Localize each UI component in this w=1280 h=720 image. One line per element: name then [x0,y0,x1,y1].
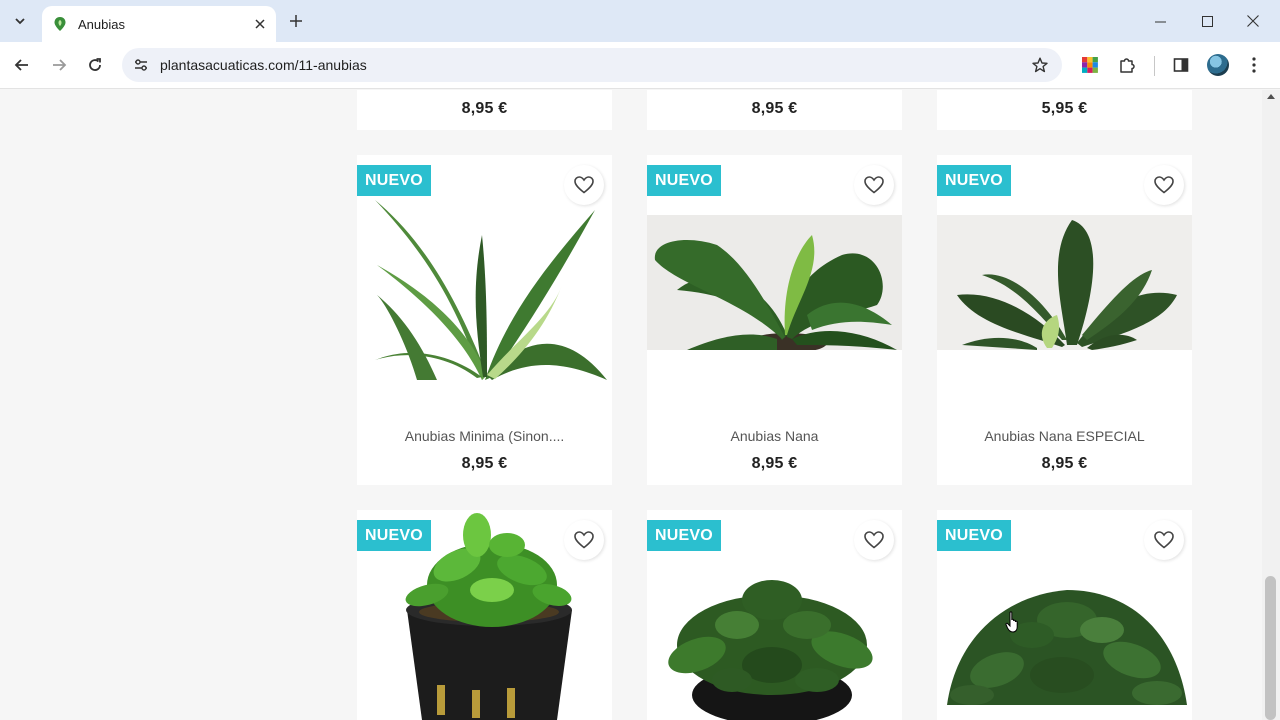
product-card[interactable]: 8,95 € [647,90,902,130]
wishlist-button[interactable] [564,165,604,205]
wishlist-button[interactable] [564,520,604,560]
side-panel-button[interactable] [1168,52,1194,78]
arrow-left-icon [14,59,28,71]
tab-close-button[interactable] [248,12,272,36]
product-image[interactable] [647,570,902,720]
close-window-button[interactable] [1230,6,1276,36]
product-name[interactable]: Anubias Nana ESPECIAL [937,428,1192,444]
wishlist-button[interactable] [1144,520,1184,560]
toolbar-divider [1154,56,1155,76]
minimize-button[interactable] [1137,6,1183,36]
anubias-plant-image [357,195,612,385]
star-icon [1032,57,1048,73]
side-panel-icon [1173,58,1189,72]
wishlist-button[interactable] [854,520,894,560]
product-name[interactable]: Anubias Minima (Sinon.... [357,428,612,444]
heart-icon [864,531,884,549]
heart-icon [574,531,594,549]
reload-button[interactable] [82,52,108,78]
heart-icon [574,176,594,194]
product-card[interactable]: NUEVO [647,510,902,720]
product-image[interactable] [937,215,1192,350]
tab-search-button[interactable] [8,9,32,33]
minimize-icon [1154,21,1166,22]
new-badge: NUEVO [937,165,1011,196]
url-text[interactable]: plantasacuaticas.com/11-anubias [160,57,367,73]
page-scrollbar[interactable] [1262,90,1280,720]
new-badge: NUEVO [937,520,1011,551]
wishlist-button[interactable] [1144,165,1184,205]
product-price: 8,95 € [461,100,508,117]
product-card[interactable]: NUEVO Anubias Nana 8,95 € [647,155,902,485]
new-badge: NUEVO [357,520,431,551]
product-price: 8,95 € [751,100,798,117]
product-card[interactable]: 8,95 € [357,90,612,130]
new-badge: NUEVO [357,165,431,196]
anubias-pot-image [647,570,902,720]
puzzle-icon [1120,58,1135,73]
extensions-button[interactable] [1114,52,1140,78]
close-icon [255,19,265,29]
product-price: 8,95 € [751,455,798,472]
heart-icon [1154,176,1174,194]
new-badge: NUEVO [647,520,721,551]
scroll-up-arrow-icon[interactable] [1267,94,1275,99]
leaf-pin-icon [54,17,66,31]
product-name[interactable]: Anubias Nana [647,428,902,444]
product-card[interactable]: 5,95 € [937,90,1192,130]
product-card[interactable]: NUEVO Anubias Nana ESPECIAL 8,95 € [937,155,1192,485]
extension-color-button[interactable] [1077,52,1103,78]
profile-avatar[interactable] [1207,54,1229,76]
new-badge: NUEVO [647,165,721,196]
maximize-icon [1201,15,1213,27]
tab-active[interactable]: Anubias [42,6,276,42]
product-image[interactable] [357,195,612,385]
product-image[interactable] [937,575,1192,710]
product-price: 5,95 € [1041,100,1088,117]
hand-cursor-icon [1005,611,1018,633]
arrow-right-icon [53,59,67,71]
back-button[interactable] [9,52,35,78]
product-card[interactable]: NUEVO Anubias Minima (Sinon.... 8,95 € [357,155,612,485]
browser-toolbar: plantasacuaticas.com/11-anubias [0,42,1280,89]
tune-icon [135,59,147,71]
wishlist-button[interactable] [854,165,894,205]
forward-button[interactable] [46,52,72,78]
scroll-thumb[interactable] [1265,576,1276,720]
maximize-button[interactable] [1184,6,1230,36]
address-bar[interactable]: plantasacuaticas.com/11-anubias [122,48,1062,82]
product-card[interactable]: NUEVO [937,510,1192,720]
menu-button[interactable] [1241,52,1267,78]
page-viewport: 8,95 € 8,95 € 5,95 € NUEVO Anubias Minim [0,90,1262,720]
heart-icon [1154,531,1174,549]
plus-icon [290,15,302,27]
more-vertical-icon [1252,57,1256,73]
new-tab-button[interactable] [284,9,308,33]
heart-icon [864,176,884,194]
anubias-mat-image [937,575,1192,710]
product-card[interactable]: NUEVO [357,510,612,720]
anubias-plant-image [647,215,902,350]
color-palette-icon [1082,57,1098,73]
tab-strip: Anubias [0,0,1280,42]
bookmark-button[interactable] [1028,53,1052,77]
product-image[interactable] [647,215,902,350]
chevron-down-icon [15,18,25,25]
reload-icon [89,58,101,71]
site-info-button[interactable] [130,54,152,76]
anubias-plant-image [937,215,1192,350]
tab-title: Anubias [78,16,125,32]
product-price: 8,95 € [461,455,508,472]
close-icon [1247,15,1259,27]
product-price: 8,95 € [1041,455,1088,472]
